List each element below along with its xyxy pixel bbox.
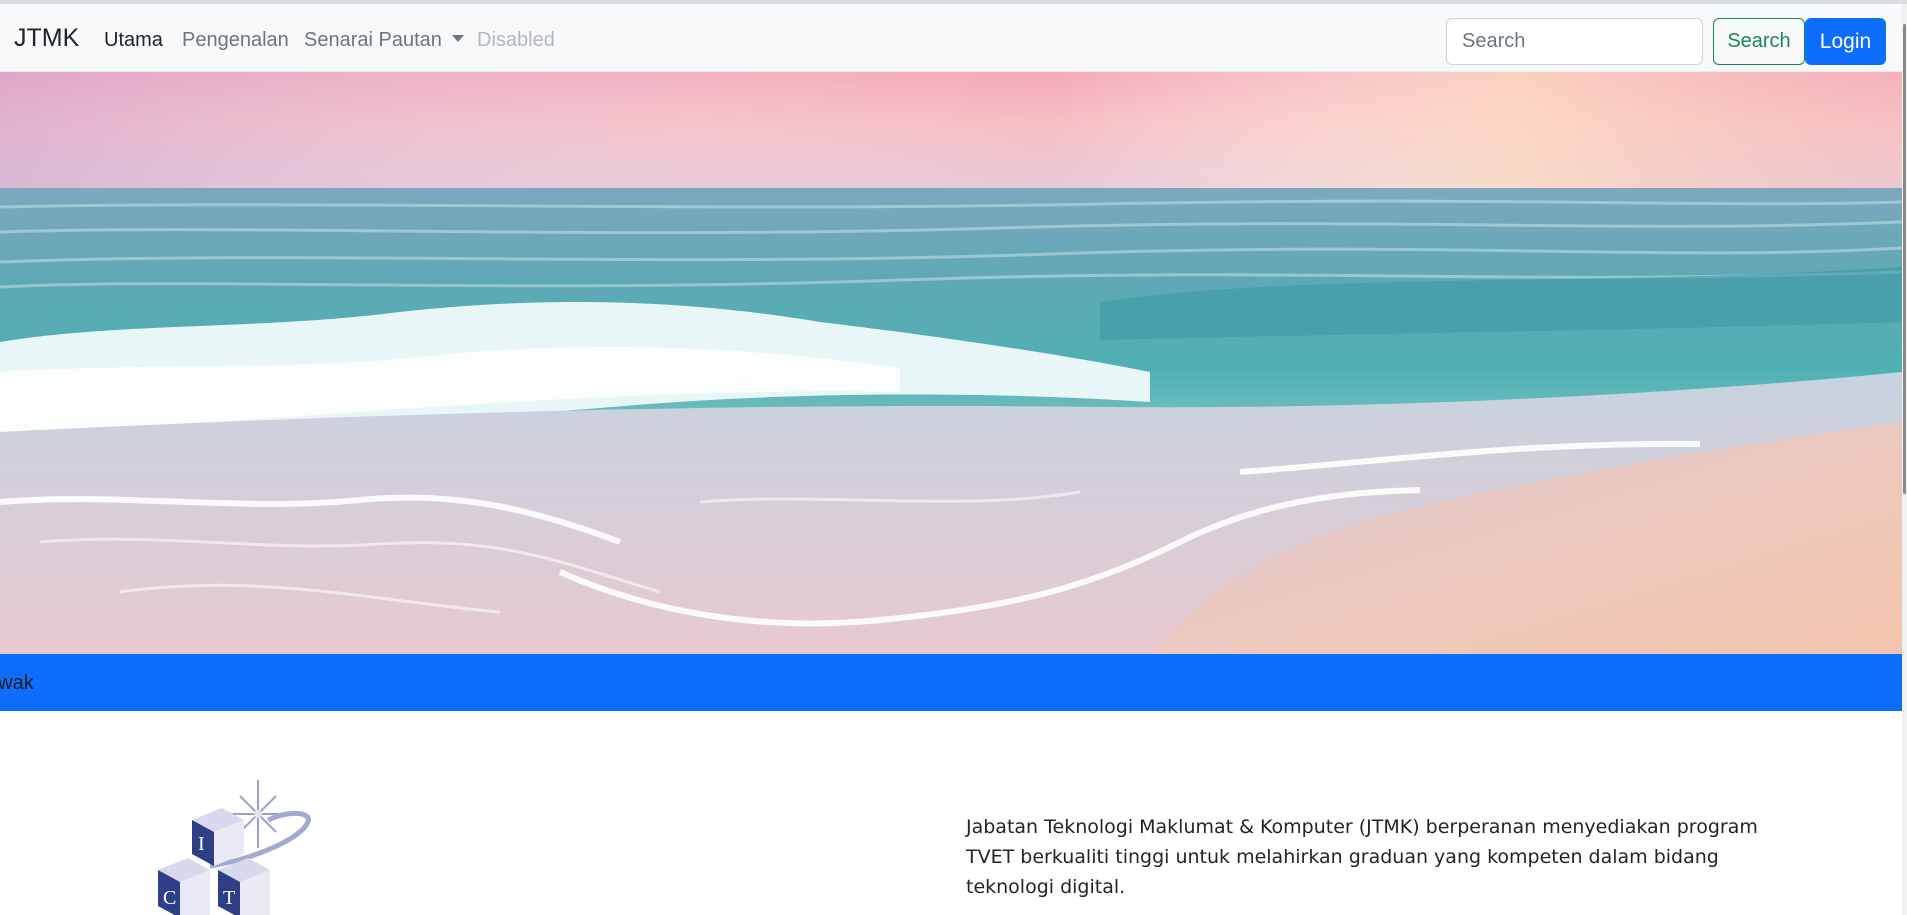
- nav-link-pengenalan[interactable]: Pengenalan: [182, 27, 289, 53]
- beach-waves-image: [0, 72, 1902, 654]
- logo-letter-t: T: [223, 887, 235, 909]
- login-button[interactable]: Login: [1805, 18, 1886, 65]
- announcement-bar: awak: [0, 654, 1902, 711]
- navbar: JTMK Utama Pengenalan Senarai Pautan Dis…: [0, 4, 1902, 72]
- hero-image: [0, 72, 1902, 654]
- search-input[interactable]: [1446, 18, 1703, 65]
- logo-letter-c: C: [163, 887, 176, 909]
- nav-link-disabled: Disabled: [477, 29, 555, 51]
- nav-dropdown-senarai-pautan[interactable]: Senarai Pautan: [304, 27, 464, 53]
- search-button[interactable]: Search: [1713, 18, 1805, 65]
- scrollbar-thumb[interactable]: [1903, 24, 1906, 494]
- navbar-brand[interactable]: JTMK: [14, 23, 79, 53]
- caret-down-icon: [451, 35, 464, 42]
- nav-link-utama[interactable]: Utama: [104, 27, 163, 53]
- nav-dropdown-label: Senarai Pautan: [304, 29, 442, 51]
- logo-letter-i: I: [198, 833, 205, 855]
- marquee-text: awak: [0, 672, 34, 694]
- page: JTMK Utama Pengenalan Senarai Pautan Dis…: [0, 0, 1907, 915]
- ict-cubes-logo: I C T: [158, 780, 311, 915]
- department-description: Jabatan Teknologi Maklumat & Komputer (J…: [966, 816, 1758, 898]
